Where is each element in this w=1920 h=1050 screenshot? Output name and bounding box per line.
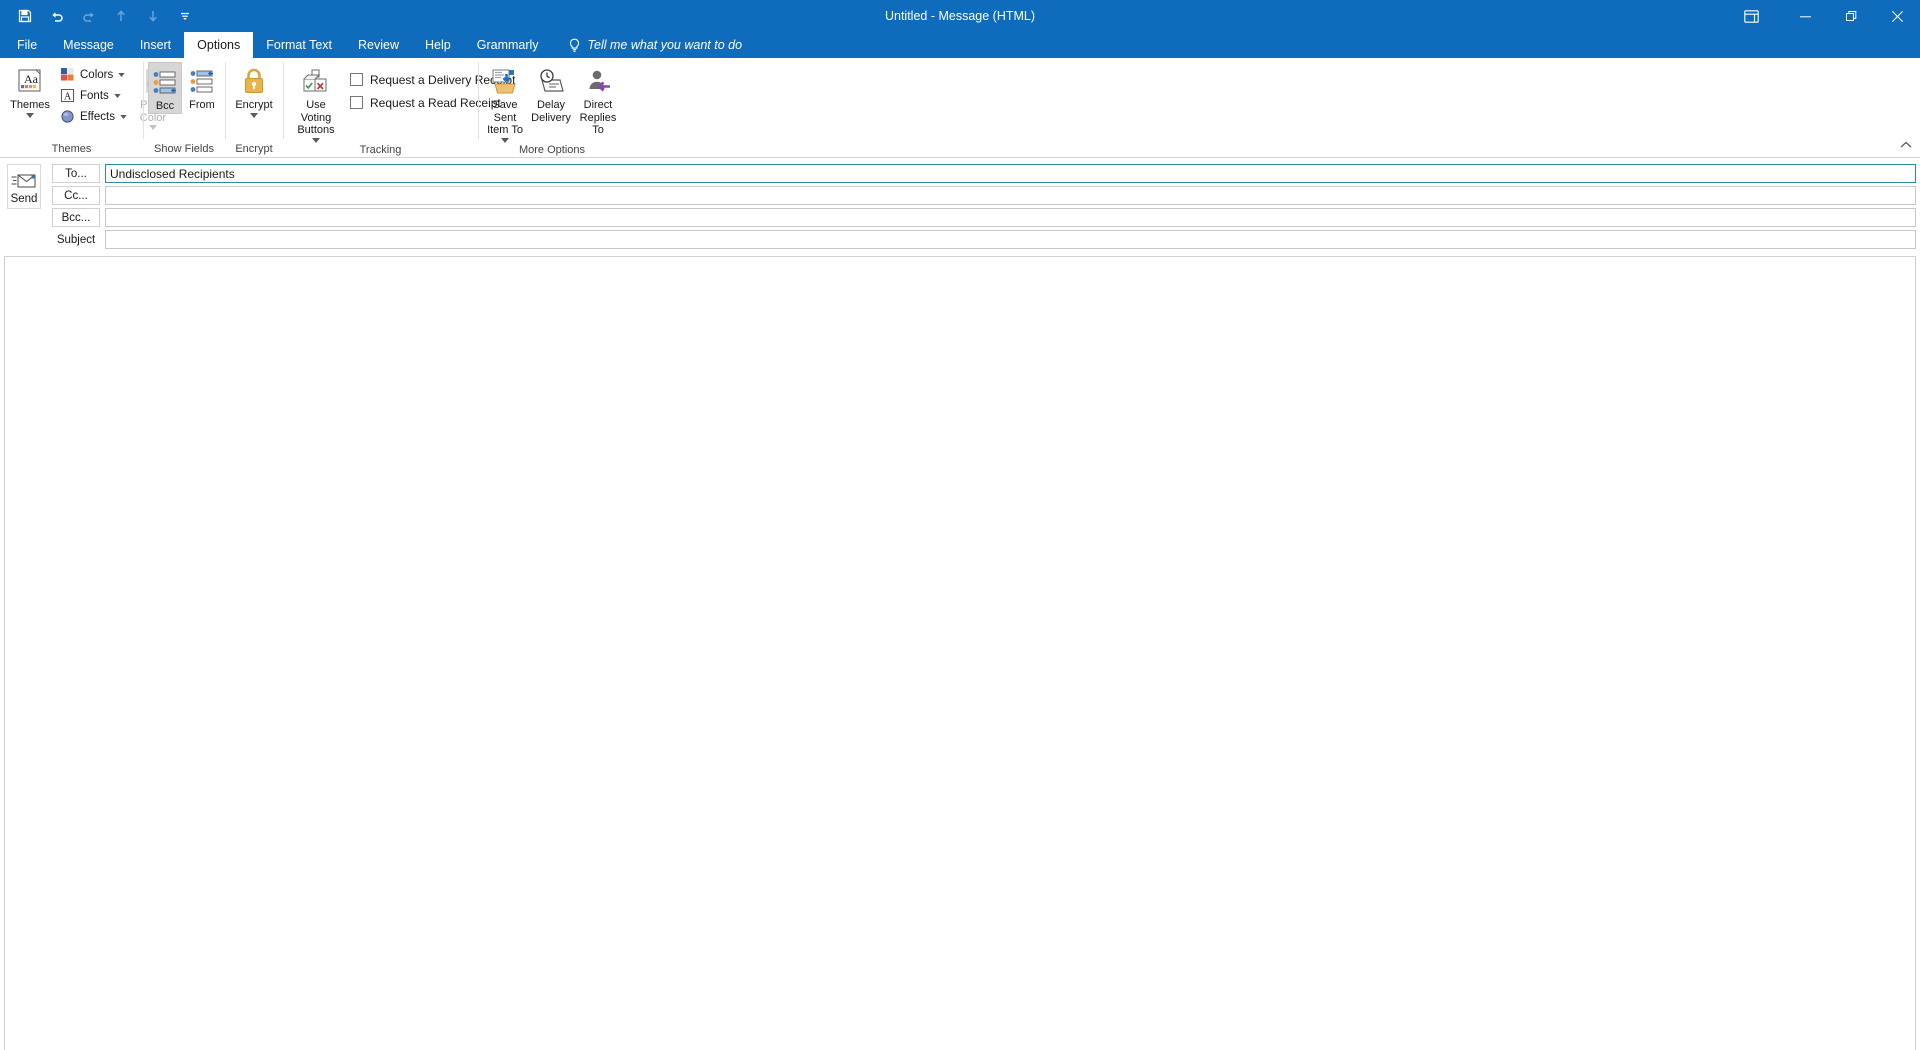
chevron-down-icon[interactable] xyxy=(118,72,125,77)
ribbon-group-show-fields: Bcc From Show Fields xyxy=(143,58,225,157)
send-button-label: Send xyxy=(10,193,38,205)
voting-buttons-icon xyxy=(300,65,332,99)
subject-field-row: Subject xyxy=(52,230,1916,249)
use-voting-buttons-button[interactable]: Use Voting Buttons xyxy=(288,62,344,143)
ribbon-group-encrypt: Encrypt Encrypt xyxy=(225,58,283,157)
use-voting-buttons-label: Use Voting Buttons xyxy=(297,99,335,137)
window-title: Untitled - Message (HTML) xyxy=(884,9,1036,23)
from-button[interactable]: From xyxy=(184,62,220,112)
checkbox-box[interactable] xyxy=(350,73,363,86)
send-button[interactable]: Send xyxy=(7,164,41,209)
ribbon-group-tracking: Use Voting Buttons Request a Delivery Re… xyxy=(283,58,515,157)
minimize-button[interactable] xyxy=(1782,0,1828,32)
tab-file[interactable]: File xyxy=(4,32,50,58)
next-item-icon xyxy=(138,3,168,29)
cc-button[interactable]: Cc... xyxy=(52,186,100,205)
cc-input[interactable] xyxy=(105,186,1916,205)
theme-colors-button[interactable]: Colors xyxy=(55,64,131,85)
theme-colors-icon xyxy=(59,67,75,83)
chevron-down-icon[interactable] xyxy=(250,112,258,118)
quick-access-toolbar xyxy=(0,3,200,29)
send-envelope-icon xyxy=(11,171,37,193)
bcc-button-label: Bcc xyxy=(155,100,175,112)
collapse-ribbon-icon[interactable] xyxy=(1898,137,1914,153)
direct-replies-to-button[interactable]: Direct Replies To xyxy=(573,62,623,137)
theme-effects-icon xyxy=(59,109,75,125)
ribbon-group-label-more-options: More Options xyxy=(518,143,586,156)
redo-icon xyxy=(74,3,104,29)
tab-options[interactable]: Options xyxy=(184,32,254,58)
theme-fonts-label: Fonts xyxy=(80,89,109,102)
lightbulb-icon xyxy=(568,38,581,53)
chevron-down-icon[interactable] xyxy=(120,114,127,119)
bcc-button[interactable]: Bcc... xyxy=(52,208,100,227)
message-body-editor[interactable] xyxy=(4,256,1916,1050)
save-icon[interactable] xyxy=(10,3,40,29)
bcc-input[interactable] xyxy=(105,208,1916,227)
save-sent-item-icon xyxy=(490,65,520,99)
theme-fonts-button[interactable]: A Fonts xyxy=(55,85,131,106)
direct-replies-icon xyxy=(583,65,613,99)
subject-input[interactable] xyxy=(105,230,1916,249)
compose-header: Send To... Undisclosed Recipients Cc... … xyxy=(0,158,1920,253)
theme-colors-label: Colors xyxy=(80,68,114,81)
svg-text:Aa: Aa xyxy=(24,72,39,86)
bcc-field-row: Bcc... xyxy=(52,208,1916,227)
close-button[interactable] xyxy=(1874,0,1920,32)
direct-replies-to-label: Direct Replies To xyxy=(579,99,617,137)
previous-item-icon xyxy=(106,3,136,29)
bcc-field-icon xyxy=(151,66,179,100)
title-bar: Untitled - Message (HTML) xyxy=(0,0,1920,32)
encrypt-button-label: Encrypt xyxy=(235,99,273,111)
theme-effects-label: Effects xyxy=(80,110,115,123)
theme-effects-button[interactable]: Effects xyxy=(55,106,131,127)
themes-button-label: Themes xyxy=(10,99,50,111)
ribbon: Aa Themes Colors A Fonts Effects Color T… xyxy=(0,58,1920,158)
send-column: Send xyxy=(6,164,42,249)
clock-delay-icon xyxy=(536,65,566,99)
to-input[interactable]: Undisclosed Recipients xyxy=(105,164,1916,183)
restore-button[interactable] xyxy=(1828,0,1874,32)
window-controls xyxy=(1728,0,1920,32)
tab-review[interactable]: Review xyxy=(345,32,412,58)
tell-me-label: Tell me what you want to do xyxy=(587,38,743,52)
tab-format-text[interactable]: Format Text xyxy=(253,32,345,58)
encrypt-button[interactable]: Encrypt xyxy=(230,62,278,118)
subject-label: Subject xyxy=(56,233,96,246)
chevron-down-icon[interactable] xyxy=(26,112,34,118)
ribbon-group-label-show-fields: Show Fields xyxy=(154,143,214,155)
tab-help[interactable]: Help xyxy=(412,32,464,58)
undo-icon[interactable] xyxy=(42,3,72,29)
customize-quick-access-toolbar-icon[interactable] xyxy=(170,3,200,29)
to-button[interactable]: To... xyxy=(52,164,100,183)
delay-delivery-button[interactable]: Delay Delivery xyxy=(529,62,573,124)
svg-text:A: A xyxy=(64,92,72,103)
to-field-row: To... Undisclosed Recipients xyxy=(52,164,1916,183)
save-sent-item-to-label: Save Sent Item To xyxy=(487,99,523,137)
ribbon-tab-strip: File Message Insert Options Format Text … xyxy=(0,32,1920,58)
chevron-down-icon[interactable] xyxy=(114,93,121,98)
checkbox-box[interactable] xyxy=(350,96,363,109)
recipient-fields: To... Undisclosed Recipients Cc... Bcc..… xyxy=(46,164,1916,249)
ribbon-group-more-options: Save Sent Item To Delay Delivery Direct … xyxy=(478,58,626,157)
delay-delivery-label: Delay Delivery xyxy=(531,99,571,124)
theme-fonts-icon: A xyxy=(59,88,75,104)
ribbon-group-label-encrypt: Encrypt xyxy=(235,143,273,155)
themes-icon: Aa xyxy=(15,65,45,99)
from-field-icon xyxy=(188,65,216,99)
ribbon-display-options-icon[interactable] xyxy=(1728,0,1774,32)
ribbon-group-themes: Aa Themes Colors A Fonts Effects Color T… xyxy=(0,58,166,157)
ribbon-group-label-tracking: Tracking xyxy=(359,143,402,156)
padlock-icon xyxy=(241,65,267,99)
tab-message[interactable]: Message xyxy=(50,32,127,58)
tab-insert[interactable]: Insert xyxy=(127,32,184,58)
from-button-label: From xyxy=(189,99,215,111)
themes-button[interactable]: Aa Themes xyxy=(5,62,55,118)
bcc-button[interactable]: Bcc xyxy=(148,62,182,114)
tell-me-search[interactable]: Tell me what you want to do xyxy=(552,32,753,58)
save-sent-item-to-button[interactable]: Save Sent Item To xyxy=(481,62,529,143)
tab-grammarly[interactable]: Grammarly xyxy=(464,32,552,58)
ribbon-group-label-themes: Themes xyxy=(51,143,92,155)
cc-field-row: Cc... xyxy=(52,186,1916,205)
